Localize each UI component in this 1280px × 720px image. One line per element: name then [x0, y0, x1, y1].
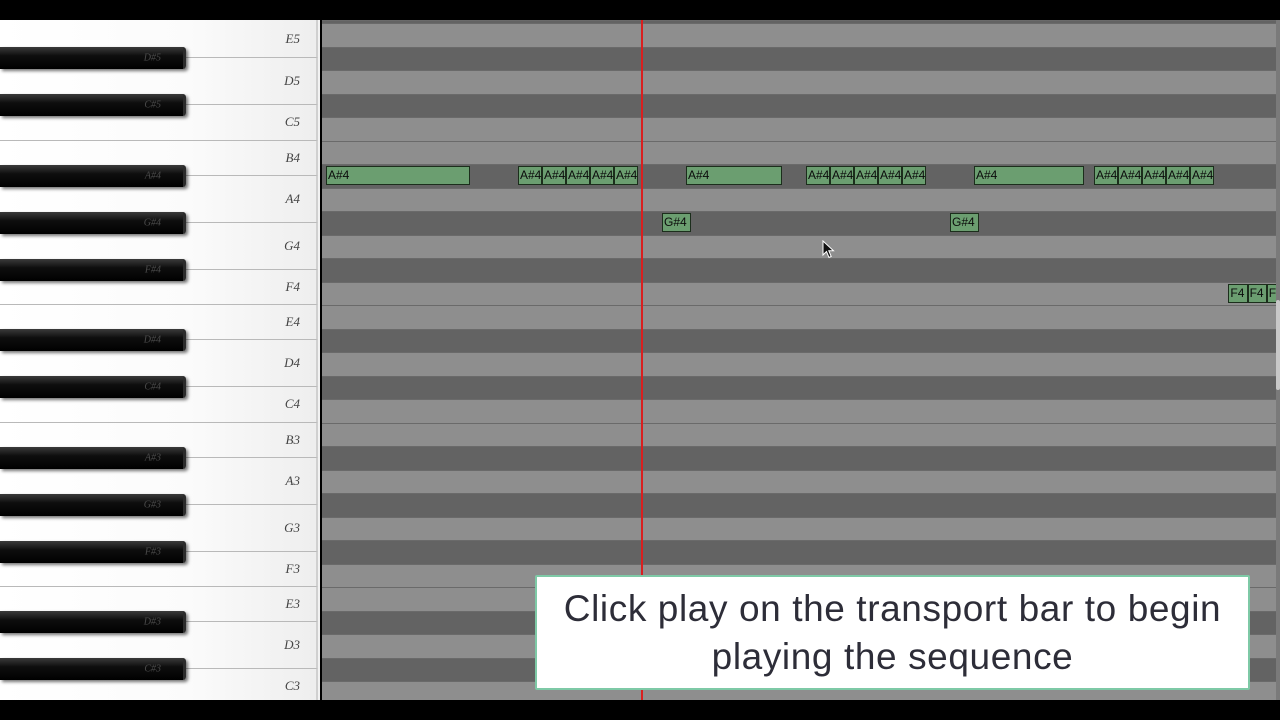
black-key-c-sharp3[interactable]: C#3	[0, 658, 186, 681]
grid-row[interactable]	[322, 258, 1280, 282]
note-block[interactable]: A#4	[830, 166, 854, 186]
note-block[interactable]: A#4	[326, 166, 470, 186]
grid-row[interactable]	[322, 352, 1280, 376]
note-block[interactable]: G#4	[662, 213, 691, 233]
black-key-label: D#5	[143, 52, 161, 64]
piano-keyboard: E5 D5 C5 B4 A4 G4 F4 E4 D4 C4 B3 A3 G3 F3 E3 D3 C3 D#5 C#5…	[0, 20, 320, 700]
grid-row[interactable]	[322, 305, 1280, 329]
black-key-c-sharp4[interactable]: C#4	[0, 376, 186, 399]
grid-row[interactable]	[322, 187, 1280, 212]
note-block[interactable]: A#4	[1190, 166, 1214, 186]
black-key-label: G#3	[143, 499, 161, 511]
black-key-label: G#4	[143, 217, 161, 229]
black-key-f-sharp4[interactable]: F#4	[0, 258, 186, 281]
black-key-label: F#4	[144, 264, 161, 276]
note-block[interactable]: A#4	[878, 166, 902, 186]
black-key-g-sharp4[interactable]: G#4	[0, 211, 186, 234]
note-block[interactable]: A#4	[542, 166, 566, 186]
black-key-label: A#3	[144, 452, 161, 464]
black-key-label: C#5	[144, 99, 161, 111]
grid-row[interactable]	[322, 516, 1280, 541]
note-block[interactable]: F4	[1228, 283, 1248, 303]
note-block[interactable]: A#4	[902, 166, 926, 186]
note-block[interactable]: F4	[1247, 283, 1267, 303]
note-block[interactable]: A#4	[1118, 166, 1142, 186]
grid-row[interactable]	[322, 399, 1280, 423]
white-key-label: F4	[285, 278, 300, 294]
white-key-label: C3	[284, 678, 300, 694]
grid-row[interactable]	[322, 328, 1280, 353]
white-key-label: B3	[285, 431, 300, 447]
scrollbar-thumb[interactable]	[1276, 300, 1280, 390]
tutorial-tooltip: Click play on the transport bar to begin…	[535, 575, 1250, 690]
grid-row[interactable]	[322, 23, 1280, 47]
grid-row[interactable]	[322, 140, 1280, 165]
grid-row[interactable]	[322, 422, 1280, 447]
white-key-label: D5	[284, 73, 300, 89]
note-block[interactable]: A#4	[1094, 166, 1118, 186]
note-block[interactable]: A#4	[614, 166, 638, 186]
black-key-label: C#3	[144, 663, 161, 675]
white-key-label: B4	[285, 149, 300, 165]
note-block[interactable]: A#4	[1166, 166, 1190, 186]
note-block[interactable]: G#4	[950, 213, 979, 233]
note-block[interactable]: A#4	[1142, 166, 1166, 186]
grid-row[interactable]	[322, 375, 1280, 400]
white-key-label: C4	[284, 396, 300, 412]
grid-row[interactable]	[322, 446, 1280, 470]
black-key-a-sharp3[interactable]: A#3	[0, 446, 186, 469]
black-key-label: C#4	[144, 381, 161, 393]
piano-roll-editor: E5 D5 C5 B4 A4 G4 F4 E4 D4 C4 B3 A3 G3 F3 E3 D3 C3 D#5 C#5…	[0, 20, 1280, 700]
white-key-label: D4	[284, 355, 300, 371]
black-key-label: A#4	[144, 170, 161, 182]
white-key-label: A3	[285, 472, 300, 488]
white-key-label: E5	[285, 30, 300, 46]
note-block[interactable]: A#4	[974, 166, 1085, 186]
white-key-label: G3	[284, 519, 300, 535]
note-block[interactable]: A#4	[518, 166, 542, 186]
black-key-label: D#3	[143, 616, 161, 628]
grid-row[interactable]	[322, 540, 1280, 564]
white-key-label: D3	[284, 637, 300, 653]
grid-row[interactable]	[322, 93, 1280, 118]
note-block[interactable]: A#4	[590, 166, 614, 186]
black-key-label: F#3	[144, 546, 161, 558]
note-block[interactable]: A#4	[566, 166, 590, 186]
black-key-label: D#4	[143, 334, 161, 346]
black-key-d-sharp3[interactable]: D#3	[0, 611, 186, 634]
grid-row[interactable]	[322, 469, 1280, 494]
white-key-label: E4	[285, 314, 300, 330]
black-key-g-sharp3[interactable]: G#3	[0, 493, 186, 516]
mouse-cursor-icon	[822, 239, 836, 265]
grid-row[interactable]	[322, 70, 1280, 94]
black-key-d-sharp5[interactable]: D#5	[0, 47, 186, 70]
note-block[interactable]: A#4	[686, 166, 782, 186]
note-block[interactable]: A#4	[806, 166, 830, 186]
black-key-c-sharp5[interactable]: C#5	[0, 94, 186, 117]
black-key-d-sharp4[interactable]: D#4	[0, 329, 186, 352]
grid-row[interactable]	[322, 281, 1280, 306]
white-key-label: E3	[285, 596, 300, 612]
black-key-f-sharp3[interactable]: F#3	[0, 540, 186, 563]
grid-row[interactable]	[322, 46, 1280, 71]
grid-row[interactable]	[322, 234, 1280, 259]
white-key-label: C5	[284, 114, 300, 130]
grid-row[interactable]	[322, 493, 1280, 517]
white-key-label: G4	[284, 237, 300, 253]
scrollbar[interactable]	[1276, 20, 1280, 700]
white-key-label: F3	[285, 560, 300, 576]
grid-row[interactable]	[322, 117, 1280, 141]
white-key-label: A4	[285, 190, 300, 206]
note-block[interactable]: A#4	[854, 166, 878, 186]
grid-row[interactable]	[322, 20, 1280, 23]
tooltip-text: Click play on the transport bar to begin…	[563, 587, 1222, 677]
black-key-a-sharp4[interactable]: A#4	[0, 164, 186, 187]
grid-row[interactable]	[322, 211, 1280, 235]
